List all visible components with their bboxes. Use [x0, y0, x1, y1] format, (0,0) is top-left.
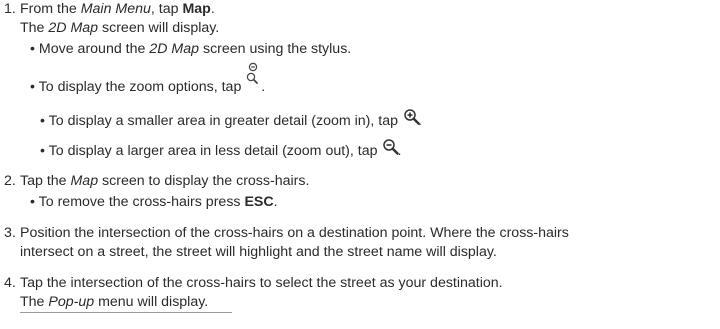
step-number: 2. — [4, 173, 16, 189]
step-text: Tap the intersection of the cross-hairs … — [20, 275, 503, 291]
bullet-text: Move around the — [38, 41, 150, 57]
bullet-zoom-in: • To display a smaller area in greater d… — [40, 109, 422, 130]
screen-name: 2D Map — [149, 41, 200, 57]
step-text: Tap the — [20, 173, 71, 189]
zoom-out-icon — [382, 139, 400, 156]
screen-name: Map — [70, 173, 99, 189]
menu-name: Pop-up — [48, 294, 95, 310]
bullet: • — [30, 194, 35, 210]
bullet-text: To display the zoom options, tap — [38, 79, 246, 95]
screen-name: 2D Map — [48, 20, 99, 36]
step-text: The — [20, 294, 49, 310]
bullet-zoom-options: • To display the zoom options, tap . — [30, 62, 266, 96]
bullet-text-end: . — [261, 79, 266, 95]
bullet-text-end: screen using the stylus. — [199, 41, 352, 57]
result-text-end: screen will display. — [98, 20, 220, 36]
bullet-zoom-out: • To display a larger area in less detai… — [40, 139, 401, 160]
step-number: 4. — [4, 275, 16, 291]
divider — [20, 312, 232, 313]
step-number: 3. — [4, 225, 16, 241]
map-label: Map — [182, 1, 211, 17]
bullet: • — [30, 79, 35, 95]
zoom-in-icon — [403, 109, 420, 126]
step-text: intersect on a street, the street will h… — [20, 244, 497, 260]
step-text-end: screen to display the cross-hairs. — [98, 173, 310, 189]
bullet-text: To display a smaller area in greater det… — [48, 113, 402, 129]
bullet-text-end: . — [273, 194, 278, 210]
step-text-end: menu will display. — [94, 294, 209, 310]
step-text-end: . — [210, 1, 215, 17]
step-4-line-2: The Pop-up menu will display. — [20, 293, 208, 311]
step-3-line-2: intersect on a street, the street will h… — [20, 243, 497, 261]
bullet: • — [40, 113, 45, 129]
bullet-text: To remove the cross-hairs press — [38, 194, 245, 210]
step-number: 1. — [4, 1, 16, 17]
bullet-text: To display a larger area in less detail … — [48, 143, 382, 159]
result-text: The — [20, 20, 49, 36]
step-1-result: The 2D Map screen will display. — [20, 19, 219, 37]
step-text: Position the intersection of the cross-h… — [20, 225, 569, 241]
bullet: • — [40, 143, 45, 159]
esc-key-label: ESC — [244, 194, 274, 210]
bullet-move-around: • Move around the 2D Map screen using th… — [30, 40, 351, 58]
step-text-mid: , tap — [150, 1, 183, 17]
bullet: • — [30, 41, 35, 57]
menu-name: Main Menu — [80, 1, 151, 17]
magnifier-icon — [245, 62, 261, 94]
bullet-remove-crosshairs: • To remove the cross-hairs press ESC. — [30, 193, 278, 211]
step-text: From the — [20, 1, 81, 17]
